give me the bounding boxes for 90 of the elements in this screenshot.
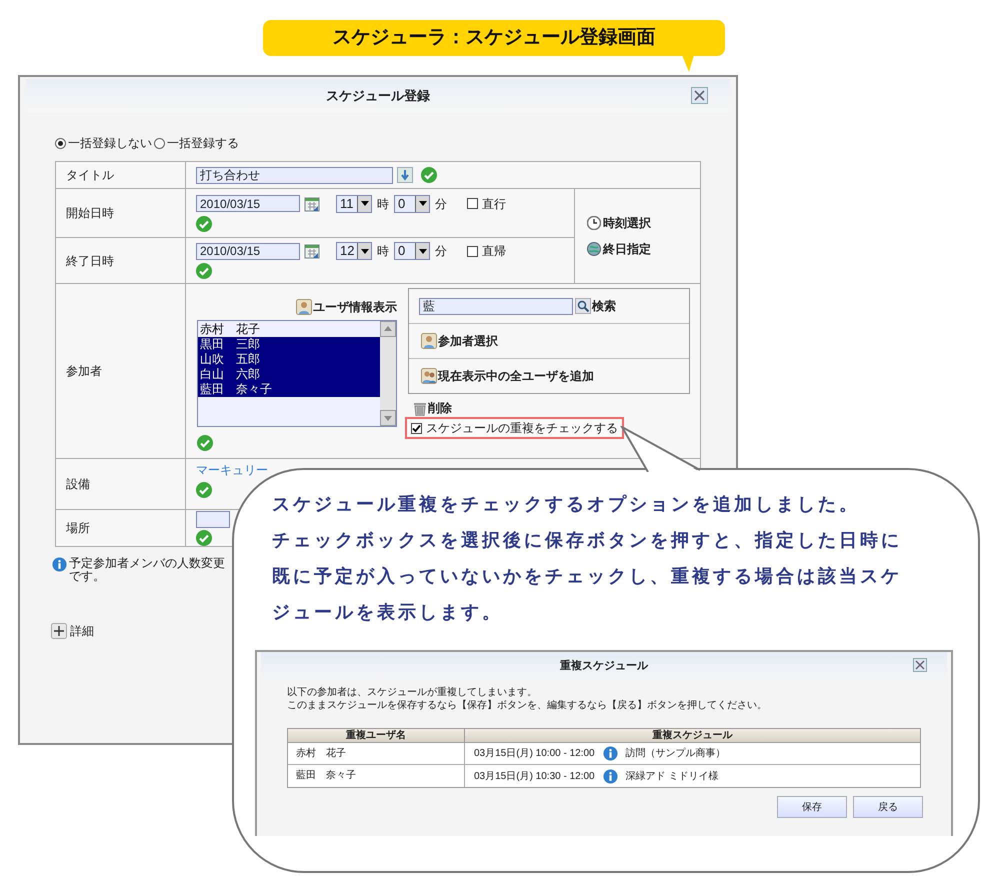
field-label: 終了日時 bbox=[66, 252, 114, 270]
banner-pointer bbox=[682, 55, 694, 72]
caret-icon bbox=[418, 248, 426, 254]
unit-label: 時 bbox=[377, 196, 389, 212]
person-icon bbox=[296, 299, 312, 315]
table-cell-text: 03月15日(月) 10:30 - 12:00 bbox=[474, 770, 595, 784]
date-field[interactable]: 2010/03/15 bbox=[196, 242, 300, 260]
caret-icon bbox=[360, 248, 368, 254]
dialog-title: スケジュール登録 bbox=[326, 87, 430, 106]
person-icon bbox=[421, 333, 437, 349]
place-field[interactable] bbox=[196, 510, 230, 528]
equipment-link[interactable]: マーキュリー bbox=[196, 461, 268, 479]
table-cell-text: 03月15日(月) 10:00 - 12:00 bbox=[474, 747, 595, 761]
unit-label: 分 bbox=[435, 196, 447, 212]
close-icon[interactable] bbox=[691, 87, 708, 104]
member-option[interactable]: 藍田 奈々子 bbox=[198, 382, 380, 397]
field-label: 参加者 bbox=[66, 363, 102, 380]
checkbox-label[interactable]: スケジュールの重複をチェックする bbox=[426, 419, 618, 437]
title-field[interactable]: 打ち合わせ bbox=[196, 166, 393, 184]
check-circle-icon bbox=[196, 482, 212, 498]
radio-button[interactable] bbox=[55, 138, 66, 148]
banner-label: スケジューラ：スケジュール登録画面 bbox=[263, 20, 725, 56]
table-cell: 藍田 奈々子 bbox=[288, 765, 465, 787]
column-header: 重複ユーザ名 bbox=[288, 729, 465, 743]
calendar-icon[interactable] bbox=[304, 243, 320, 259]
info-icon bbox=[602, 768, 618, 784]
field-label: 設備 bbox=[66, 476, 90, 493]
checkbox-label[interactable]: 直帰 bbox=[482, 242, 506, 260]
check-circle-icon bbox=[196, 263, 212, 279]
caret-icon bbox=[360, 201, 368, 206]
calendar-icon[interactable] bbox=[304, 196, 320, 212]
callout-text: チェックボックスを選択後に保存ボタンを押すと、指定した日時に既に予定が入っていないかをチェックし、重複する場合は該当スケジュールを表示します。 bbox=[272, 529, 903, 624]
search-field[interactable]: 藍 bbox=[419, 298, 573, 314]
globe-icon bbox=[587, 242, 601, 256]
member-option[interactable]: 白山 六郎 bbox=[198, 367, 380, 382]
dialog-button[interactable]: 戻る bbox=[853, 796, 923, 818]
unit-label: 分 bbox=[435, 243, 447, 260]
column-header: 重複スケジュール bbox=[465, 729, 920, 743]
member-listbox[interactable]: 赤村 花子 黒田 三郎 山吹 五郎 白山 六郎 藍田 奈々子 bbox=[197, 320, 397, 427]
time-select-button[interactable]: 時刻選択 bbox=[587, 214, 700, 232]
all-day-button[interactable]: 終日指定 bbox=[587, 240, 700, 258]
download-icon[interactable] bbox=[397, 167, 413, 183]
date-field[interactable]: 2010/03/15 bbox=[196, 195, 300, 212]
info-icon bbox=[52, 557, 67, 572]
note-text: 予定参加者メンバの人数変更 bbox=[69, 557, 225, 570]
check-circle-icon bbox=[196, 216, 212, 232]
member-option[interactable]: 山吹 五郎 bbox=[198, 352, 380, 367]
field-label: タイトル bbox=[66, 167, 114, 184]
dialog-title: 重複スケジュール bbox=[560, 658, 648, 674]
schedule-link[interactable]: 訪問（サンプル商事） bbox=[626, 746, 726, 761]
clock-icon bbox=[587, 216, 601, 230]
radio-label[interactable]: 一括登録する bbox=[167, 134, 239, 152]
dropdown[interactable]: 12 bbox=[336, 242, 372, 260]
message-text: 以下の参加者は、スケジュールが重複してしまいます。 bbox=[287, 686, 538, 699]
close-icon[interactable] bbox=[913, 658, 927, 672]
participant-select-button[interactable]: 参加者選択 bbox=[421, 332, 498, 350]
search-button[interactable]: 検索 bbox=[575, 297, 616, 315]
details-toggle[interactable]: 詳細 bbox=[51, 622, 94, 640]
table-cell: 赤村 花子 bbox=[288, 743, 465, 765]
add-all-users-button[interactable]: 現在表示中の全ユーザを追加 bbox=[421, 367, 594, 385]
radio-button[interactable] bbox=[154, 138, 165, 148]
plus-icon bbox=[51, 623, 67, 639]
callout-text: スケジュール重複をチェックするオプションを追加しました。 bbox=[272, 493, 861, 516]
radio-label[interactable]: 一括登録しない bbox=[68, 134, 152, 152]
checkbox[interactable] bbox=[467, 198, 478, 209]
checkbox-label[interactable]: 直行 bbox=[482, 194, 506, 212]
caret-icon bbox=[418, 201, 426, 206]
note-text: です。 bbox=[69, 570, 106, 583]
schedule-link[interactable]: 深緑アド ミドリイ様 bbox=[626, 768, 718, 784]
checkbox[interactable] bbox=[411, 422, 422, 434]
checkbox[interactable] bbox=[467, 246, 478, 256]
dropdown[interactable]: 0 bbox=[394, 242, 430, 260]
unit-label: 時 bbox=[377, 243, 389, 260]
check-circle-icon bbox=[421, 167, 437, 183]
field-label: 場所 bbox=[66, 520, 90, 537]
checkmark-icon bbox=[412, 424, 421, 432]
people-icon bbox=[421, 368, 437, 384]
check-circle-icon bbox=[197, 435, 213, 451]
dropdown[interactable]: 0 bbox=[394, 194, 430, 212]
trash-icon bbox=[413, 400, 427, 416]
dropdown[interactable]: 11 bbox=[336, 194, 372, 212]
delete-button[interactable]: 削除 bbox=[413, 399, 452, 417]
user-info-button[interactable]: ユーザ情報表示 bbox=[296, 298, 397, 316]
search-icon bbox=[575, 298, 591, 314]
info-icon bbox=[602, 746, 618, 761]
dialog-button[interactable]: 保存 bbox=[777, 796, 847, 818]
member-option[interactable]: 黒田 三郎 bbox=[198, 337, 380, 352]
message-text: このままスケジュールを保存するなら【保存】ボタンを、編集するなら【戻る】ボタンを押してください。 bbox=[287, 699, 768, 712]
field-label: 開始日時 bbox=[66, 205, 114, 222]
member-option[interactable]: 赤村 花子 bbox=[198, 322, 380, 337]
